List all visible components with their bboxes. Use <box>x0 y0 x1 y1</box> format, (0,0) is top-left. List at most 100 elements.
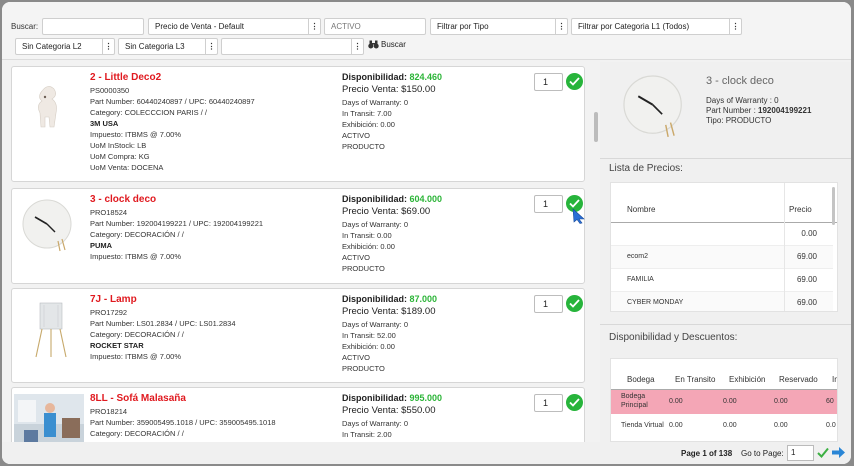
search-button[interactable]: Buscar <box>368 40 406 49</box>
product-part-number: Part Number: 60440240897 / UPC: 60440240… <box>90 97 255 106</box>
product-status: ACTIVO <box>342 131 370 140</box>
product-brand: 3M USA <box>90 119 119 128</box>
availability: Disponibilidad: 995.000 <box>342 393 522 403</box>
availability: Disponibilidad: 87.000 <box>342 294 522 304</box>
availability: Disponibilidad: 824.460 <box>342 72 522 82</box>
scrollbar-thumb[interactable] <box>594 112 598 142</box>
confirm-check-icon[interactable] <box>817 447 829 458</box>
type-filter-value: Filtrar por Tipo <box>437 22 489 31</box>
sale-price: Precio Venta: $550.00 <box>342 405 436 416</box>
stock-table: Bodega En Transito Exhibición Reservado … <box>610 358 838 442</box>
divider <box>600 324 851 325</box>
product-name[interactable]: 2 - Little Deco2 <box>90 72 330 83</box>
divider <box>600 158 851 159</box>
add-check-button[interactable] <box>566 394 583 411</box>
category-l1-value: Filtrar por Categoria L1 (Todos) <box>578 22 690 31</box>
category-l1-select[interactable]: Filtrar por Categoria L1 (Todos) ⋮ <box>571 18 742 35</box>
app-window: Buscar: Precio de Venta - Default ⋮ ACTI… <box>2 2 851 464</box>
table-row: 0.00 <box>611 223 833 246</box>
search-label: Buscar: <box>11 22 39 31</box>
availability-value: 995.000 <box>409 393 443 403</box>
dropdown-icon: ⋮ <box>555 19 567 34</box>
in-transit: In Transit: 0.00 <box>342 231 392 240</box>
availability-label: Disponibilidad: <box>342 393 407 403</box>
product-tax: Impuesto: ITBMS @ 7.00% <box>90 252 181 261</box>
price-list-select[interactable]: Precio de Venta - Default ⋮ <box>148 18 321 35</box>
add-check-button[interactable] <box>566 73 583 90</box>
product-category: Category: DECORACIÓN / / <box>90 230 184 239</box>
search-button-label: Buscar <box>381 40 406 49</box>
product-tax: Impuesto: ITBMS @ 7.00% <box>90 130 181 139</box>
goto-label: Go to Page: <box>741 449 784 458</box>
product-category: Category: COLECCCION PARIS / / <box>90 108 207 117</box>
availability-label: Disponibilidad: <box>342 194 407 204</box>
check-icon <box>569 299 580 308</box>
sale-price: Precio Venta: $150.00 <box>342 84 436 95</box>
filter-bar: Buscar: Precio de Venta - Default ⋮ ACTI… <box>2 2 851 60</box>
product-uom-venta: UoM Venta: DOCENA <box>90 163 164 172</box>
price-table-scrollbar[interactable] <box>832 187 835 225</box>
product-list-scrollbar[interactable] <box>594 68 598 442</box>
goto-page-input[interactable]: 1 <box>787 445 814 461</box>
product-type: PRODUCTO <box>342 264 385 273</box>
quantity-input[interactable]: 1 <box>534 195 563 213</box>
search-input[interactable] <box>42 18 144 35</box>
mouse-pointer-icon <box>572 208 585 224</box>
category-l2-select[interactable]: Sin Categoria L2 ⋮ <box>15 38 115 55</box>
detail-warranty: Days of Warranty : 0 <box>706 96 779 105</box>
product-name[interactable]: 7J - Lamp <box>90 294 330 305</box>
product-card[interactable]: 8LL - Sofá Malasaña PRO18214 Part Number… <box>11 387 585 442</box>
dropdown-icon: ⋮ <box>308 19 320 34</box>
product-tax: Impuesto: ITBMS @ 7.00% <box>90 352 181 361</box>
availability-value: 604.000 <box>409 194 443 204</box>
product-name[interactable]: 3 - clock deco <box>90 194 330 205</box>
product-category: Category: DECORACIÓN / / <box>90 330 184 339</box>
table-row[interactable]: Bodega Principal 0.00 0.00 0.00 60 <box>611 390 837 414</box>
availability-label: Disponibilidad: <box>342 294 407 304</box>
status-select[interactable]: ACTIVO <box>324 18 426 35</box>
product-type: PRODUCTO <box>342 142 385 151</box>
stock-heading: Disponibilidad y Descuentos: <box>609 332 738 343</box>
price-col-price: Precio <box>789 205 812 214</box>
table-row: ecom2 69.00 <box>611 246 833 269</box>
availability: Disponibilidad: 604.000 <box>342 194 522 204</box>
extra-select[interactable]: ⋮ <box>221 38 364 55</box>
availability-value: 824.460 <box>409 72 443 82</box>
product-category: Category: DECORACIÓN / / <box>90 429 184 438</box>
price-list-heading: Lista de Precios: <box>609 163 683 174</box>
table-row[interactable]: Tienda Virtual 0.00 0.00 0.00 0.0 <box>611 414 837 438</box>
type-filter-select[interactable]: Filtrar por Tipo ⋮ <box>430 18 568 35</box>
product-code: PRO17292 <box>90 308 128 317</box>
price-list-value: Precio de Venta - Default <box>155 22 244 31</box>
product-card[interactable]: 2 - Little Deco2 PS0000350 Part Number: … <box>11 66 585 182</box>
check-icon <box>569 77 580 86</box>
product-name[interactable]: 8LL - Sofá Malasaña <box>90 393 330 404</box>
table-row: FAMILIA 69.00 <box>611 269 833 292</box>
category-l3-select[interactable]: Sin Categoria L3 ⋮ <box>118 38 218 55</box>
list-footer <box>2 442 600 464</box>
quantity-input[interactable]: 1 <box>534 295 563 313</box>
dropdown-icon: ⋮ <box>351 39 363 54</box>
warranty: Days of Warranty: 0 <box>342 419 408 428</box>
page-indicator: Page 1 of 138 <box>681 449 733 458</box>
add-check-button[interactable] <box>566 295 583 312</box>
availability-label: Disponibilidad: <box>342 72 407 82</box>
product-card[interactable]: 7J - Lamp PRO17292 Part Number: LS01.283… <box>11 288 585 383</box>
product-code: PS0000350 <box>90 86 130 95</box>
price-col-name: Nombre <box>627 205 656 214</box>
price-table-header: Nombre Precio <box>611 183 837 223</box>
detail-part-number: Part Number : 192004199221 <box>706 106 812 115</box>
product-part-number: Part Number: 359005495.1018 / UPC: 35900… <box>90 418 276 427</box>
product-card[interactable]: 3 - clock deco PRO18524 Part Number: 192… <box>11 188 585 284</box>
exhibition: Exhibición: 0.00 <box>342 120 395 129</box>
next-arrow-icon[interactable] <box>832 447 845 458</box>
product-image <box>14 394 84 442</box>
sale-price: Precio Venta: $189.00 <box>342 306 436 317</box>
in-transit: In Transit: 52.00 <box>342 331 396 340</box>
quantity-input[interactable]: 1 <box>534 73 563 91</box>
product-uom-compra: UoM Compra: KG <box>90 152 150 161</box>
quantity-input[interactable]: 1 <box>534 394 563 412</box>
product-detail-panel: 3 - clock deco Days of Warranty : 0 Part… <box>600 62 851 442</box>
warranty: Days of Warranty: 0 <box>342 220 408 229</box>
column-divider <box>784 183 785 311</box>
